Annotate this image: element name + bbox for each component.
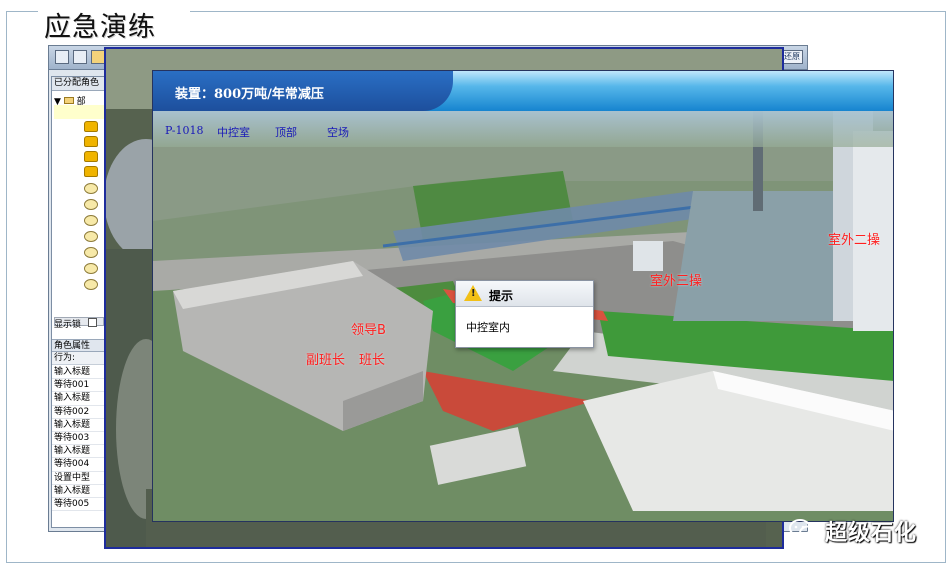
slide-frame-line [6,11,38,12]
role-tree: ▼ 部 [52,91,106,326]
save-icon[interactable] [55,50,69,64]
attr-header: 角色属性 [52,339,106,352]
wechat-icon [789,519,817,541]
person-icon[interactable] [84,231,98,242]
person-icon[interactable] [84,279,98,290]
list-item[interactable]: 设置中型 [52,472,106,485]
role-label-deputy-monitor[interactable]: 副班长 [306,349,345,368]
role-panel: 已分配角色 ▼ 部 显示锁 角色属性 行为: 输入标题 等待001 输入标题 等… [51,76,107,528]
slide-frame-line [6,562,946,563]
slide-title: 应急演练 [44,12,156,43]
vehicle-icon[interactable] [84,151,98,162]
role-label-monitor[interactable]: 班长 [359,349,385,368]
role-label-outdoor-op-3[interactable]: 室外三操 [650,270,702,289]
list-item[interactable]: 输入标题 [52,392,106,406]
nav-link-control-room[interactable]: 中控室 [217,124,250,140]
role-panel-header: 已分配角色 [52,77,106,91]
show-lock-checkbox[interactable] [88,318,97,327]
new-file-icon[interactable] [73,50,87,64]
person-icon[interactable] [84,199,98,210]
folder-icon [63,97,74,104]
slide-frame-line [6,11,7,563]
tree-root[interactable]: ▼ 部 [54,94,86,107]
nav-link-open-area[interactable]: 空场 [327,124,349,140]
view-nav: P-1018 中控室 顶部 空场 [153,111,893,147]
tip-dialog: ! 提示 中控室内 [455,280,594,348]
window-header: 装置：800万吨/年常减压 [153,71,893,111]
nav-link-p1018[interactable]: P-1018 [165,124,204,137]
list-item[interactable]: 等待001 [52,379,106,393]
watermark-text: 超级石化 [825,521,918,546]
list-item[interactable]: 等待003 [52,432,106,446]
list-item[interactable]: 输入标题 [52,485,106,498]
folder-icon[interactable] [91,50,105,64]
list-item[interactable]: 输入标题 [52,366,106,380]
dialog-title: 提示 [489,289,514,303]
person-icon[interactable] [84,263,98,274]
attr-list: 输入标题 等待001 输入标题 等待002 输入标题 等待003 输入标题 等待… [52,366,106,512]
dialog-header: ! 提示 [456,281,593,307]
person-icon[interactable] [84,247,98,258]
nav-link-top[interactable]: 顶部 [275,124,297,140]
list-item[interactable]: 等待005 [52,498,106,512]
show-lock-label: 显示锁 [54,320,82,330]
vehicle-icon[interactable] [84,166,98,177]
slide-frame-line [190,11,946,12]
role-label-leader-b[interactable]: 领导B [351,319,386,338]
person-icon[interactable] [84,183,98,194]
vehicle-icon[interactable] [84,121,98,132]
slide: { "slide": { "title": "应急演练" }, "back_wi… [0,0,952,571]
role-label-outdoor-op-2[interactable]: 室外二操 [828,229,880,248]
dialog-message: 中控室内 [466,321,510,334]
warning-icon-mark: ! [471,288,476,299]
device-label: 装置：800万吨/年常减压 [175,87,324,102]
slide-frame-line [945,11,946,563]
attr-subheader: 行为: [52,352,106,365]
list-item[interactable]: 输入标题 [52,445,106,459]
list-item[interactable]: 等待002 [52,406,106,419]
selected-tree-row[interactable] [54,105,104,119]
vehicle-icon[interactable] [84,136,98,147]
tree-root-label: 部 [76,97,86,107]
restore-button[interactable]: 还原 [781,50,803,64]
person-icon[interactable] [84,215,98,226]
list-item[interactable]: 输入标题 [52,419,106,432]
list-item[interactable]: 等待004 [52,458,106,472]
